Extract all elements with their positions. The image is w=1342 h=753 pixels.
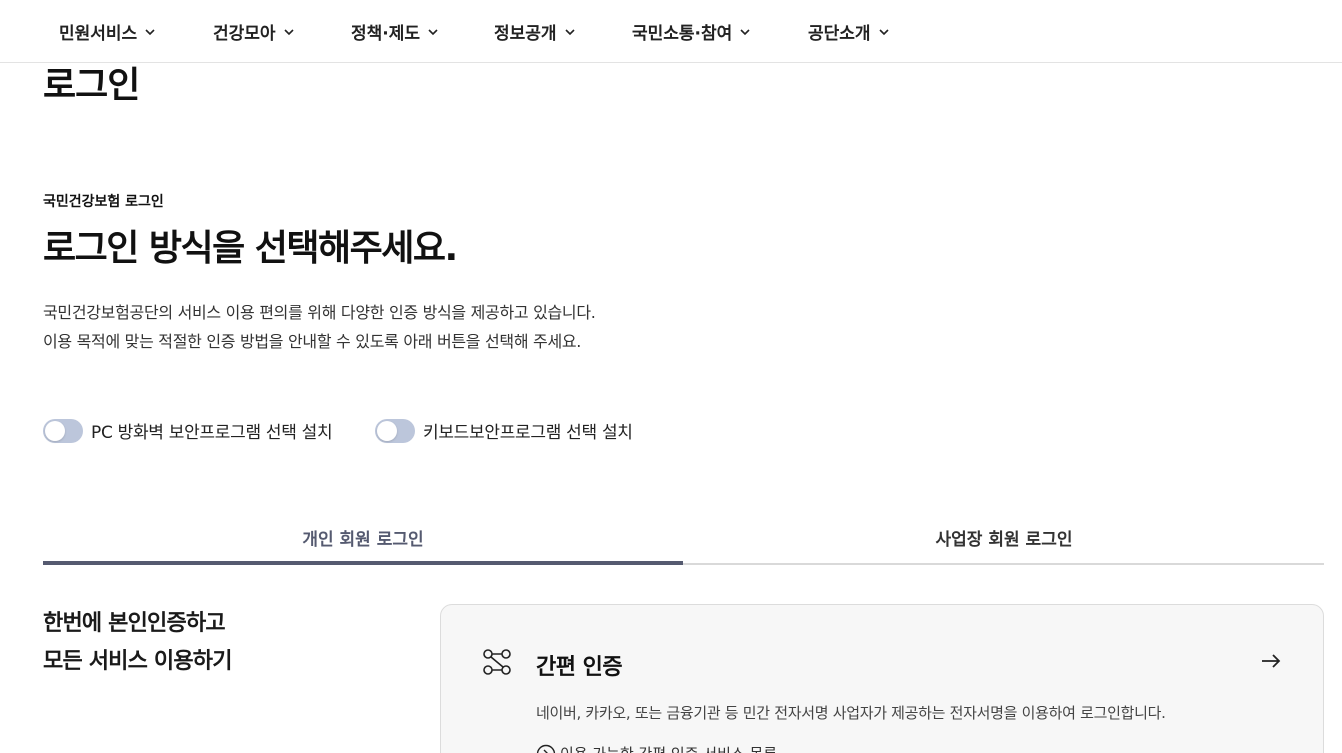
chevron-down-icon (428, 28, 438, 35)
page-title: 로그인 방식을 선택해주세요. (43, 228, 458, 269)
section-eyebrow: 국민건강보험 로그인 (43, 194, 164, 210)
chevron-down-icon (740, 28, 750, 35)
keyboard-security-toggle-row[interactable]: 키보드보안프로그램 선택 설치 (375, 418, 633, 443)
nav-item-civil-service[interactable]: 민원서비스 (59, 19, 156, 44)
chevron-down-icon (878, 28, 889, 35)
tab-personal-login[interactable]: 개인 회원 로그인 (43, 509, 683, 565)
nav-item-policy[interactable]: 정책·제도 (351, 19, 439, 44)
description-line: 이용 목적에 맞는 적절한 인증 방법을 안내할 수 있도록 아래 버튼을 선택… (43, 332, 582, 351)
nav-item-label: 공단소개 (808, 24, 871, 44)
toggle-label: 키보드보안프로그램 선택 설치 (423, 423, 633, 443)
nav-item-about[interactable]: 공단소개 (808, 19, 890, 44)
toggle-knob (377, 420, 397, 441)
nav-item-label: 국민소통·참여 (632, 24, 733, 44)
nav-item-participation[interactable]: 국민소통·참여 (632, 19, 751, 44)
link-label: 이용 가능한 간편 인증 서비스 목록 (560, 743, 777, 753)
keyboard-security-toggle[interactable] (375, 418, 415, 443)
page-heading: 로그인 (43, 65, 140, 106)
nav-item-label: 정보공개 (494, 24, 557, 44)
nav-item-label: 민원서비스 (59, 24, 138, 44)
circle-chevron-icon (536, 744, 556, 753)
tab-business-login[interactable]: 사업장 회원 로그인 (684, 509, 1324, 565)
nav-item-info-disclosure[interactable]: 정보공개 (494, 19, 576, 44)
chevron-down-icon (283, 28, 294, 35)
promo-line: 모든 서비스 이용하기 (43, 649, 232, 674)
description-line: 국민건강보험공단의 서비스 이용 편의를 위해 다양한 인증 방식을 제공하고 … (43, 303, 596, 322)
nav-item-health[interactable]: 건강모아 (213, 19, 295, 44)
card-title: 간편 인증 (536, 655, 623, 680)
page-description: 국민건강보험공단의 서비스 이용 편의를 위해 다양한 인증 방식을 제공하고 … (43, 298, 596, 356)
toggle-label: PC 방화벽 보안프로그램 선택 설치 (91, 423, 333, 443)
toggle-knob (45, 420, 65, 441)
login-type-tabs: 개인 회원 로그인 사업장 회원 로그인 (43, 509, 1324, 565)
promo-line: 한번에 본인인증하고 (43, 611, 226, 636)
card-description: 네이버, 카카오, 또는 금융기관 등 민간 전자서명 사업자가 제공하는 전자… (536, 704, 1166, 722)
firewall-toggle-row[interactable]: PC 방화벽 보안프로그램 선택 설치 (43, 418, 333, 443)
simple-auth-service-list-link[interactable]: 이용 가능한 간편 인증 서비스 목록 (536, 743, 777, 753)
nav-item-label: 건강모아 (213, 24, 276, 44)
chevron-down-icon (145, 28, 155, 35)
firewall-toggle[interactable] (43, 418, 83, 443)
simple-auth-card[interactable]: 간편 인증 네이버, 카카오, 또는 금융기관 등 민간 전자서명 사업자가 제… (440, 604, 1324, 753)
arrow-right-icon[interactable] (1259, 649, 1283, 673)
global-nav: 민원서비스 건강모아 정책·제도 정보공개 국민소통·참여 공단소개 (0, 0, 1342, 63)
chevron-down-icon (564, 28, 575, 35)
nav-item-label: 정책·제도 (351, 24, 421, 44)
simple-auth-icon (483, 649, 511, 675)
promo-text: 한번에 본인인증하고 모든 서비스 이용하기 (43, 605, 232, 681)
